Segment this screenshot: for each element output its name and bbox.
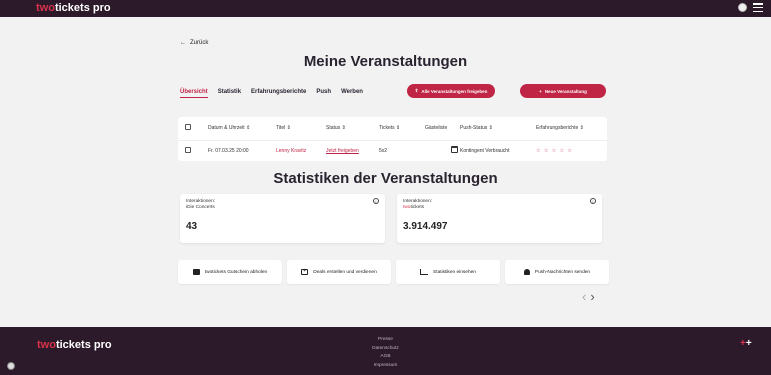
stat-value: 43 — [186, 221, 198, 232]
col-title[interactable]: Titel ⇕ — [276, 125, 291, 131]
info-icon[interactable]: i — [373, 198, 379, 204]
hamburger-menu-icon[interactable] — [753, 3, 763, 12]
row-rating-stars[interactable]: ☆ ☆ ☆ ☆ ☆ — [536, 148, 573, 154]
select-all-checkbox[interactable] — [185, 124, 191, 130]
brand-logo[interactable]: twotickets pro — [36, 2, 111, 14]
avatar[interactable] — [738, 3, 747, 12]
row-checkbox[interactable] — [185, 147, 191, 153]
events-table — [178, 117, 607, 161]
bell-icon — [523, 269, 530, 275]
footer-link-impressum[interactable]: Impressum — [0, 362, 771, 371]
row-title-link[interactable]: Lenny Kravitz — [276, 148, 306, 154]
accessibility-icon[interactable] — [7, 362, 15, 370]
tab-statistik[interactable]: Statistik — [218, 89, 241, 98]
statistics-button[interactable]: Statistiken einsehen — [396, 260, 500, 284]
add-box-icon — [301, 268, 309, 275]
footer-link-presse[interactable]: Presse — [0, 336, 771, 345]
push-button[interactable]: Push-Nachrichten senden — [505, 260, 609, 284]
col-reviews[interactable]: Erfahrungsberichte ⇕ — [536, 125, 584, 131]
col-status[interactable]: Status ⇕ — [326, 125, 346, 131]
chevron-left-icon[interactable]: ‹ — [582, 289, 586, 304]
calendar-icon[interactable] — [451, 146, 458, 153]
row-tickets: 5x2 — [379, 148, 388, 154]
upload-icon: ⇪ — [414, 88, 419, 93]
footer-links: Presse Datenschutz AGB Impressum — [0, 336, 771, 370]
stat-card-twotickets: Interaktionen: twotickets 3.914.497 i — [397, 194, 602, 243]
info-icon[interactable]: i — [590, 198, 596, 204]
tab-uebersicht[interactable]: Übersicht — [180, 89, 208, 98]
top-right-controls — [738, 3, 763, 12]
tab-bar: Übersicht Statistik Erfahrungsberichte P… — [180, 89, 363, 98]
row-status-link[interactable]: Jetzt freigeben — [326, 148, 359, 154]
carousel-pager: ‹ › — [582, 289, 595, 304]
ticket-icon — [192, 269, 200, 275]
stat-card-concerts: Interaktionen: iDie Concerts 43 i — [180, 194, 385, 243]
deals-button[interactable]: Deals erstellen und verdienen — [287, 260, 391, 284]
stat-value: 3.914.497 — [403, 221, 448, 232]
col-push-status[interactable]: Push-Status ⇕ — [460, 125, 493, 131]
row-date: Fr. 07.03.25 20:00 — [208, 148, 249, 154]
col-tickets[interactable]: Tickets ⇕ — [379, 125, 400, 131]
stats-title: Statistiken der Veranstaltungen — [273, 170, 498, 187]
footer-link-agb[interactable]: AGB — [0, 353, 771, 362]
page-title: Meine Veranstaltungen — [303, 53, 468, 70]
plus-logo-icon: ++ — [740, 338, 752, 349]
release-all-button[interactable]: ⇪ Alle Veranstaltungen freigeben — [407, 84, 495, 98]
col-guestlist: Gästeliste — [425, 125, 448, 131]
footer-link-datenschutz[interactable]: Datenschutz — [0, 345, 771, 354]
back-link[interactable]: ← Zurück — [180, 40, 208, 46]
chart-icon — [420, 269, 429, 275]
plus-icon: + — [539, 88, 542, 94]
col-date[interactable]: Datum & Uhrzeit ⇕ — [208, 125, 250, 131]
arrow-left-icon: ← — [180, 40, 186, 46]
row-push-status: Kontingent Verbraucht — [460, 148, 510, 154]
chevron-right-icon[interactable]: › — [590, 289, 594, 304]
tab-push[interactable]: Push — [316, 89, 331, 98]
tab-werben[interactable]: Werben — [341, 89, 363, 98]
tab-erfahrungsberichte[interactable]: Erfahrungsberichte — [251, 89, 306, 98]
voucher-button[interactable]: twotickets Gutschein abholen — [178, 260, 282, 284]
top-bar — [0, 0, 771, 17]
new-event-button[interactable]: + Neue Veranstaltung — [520, 84, 606, 98]
row-divider — [178, 140, 607, 141]
